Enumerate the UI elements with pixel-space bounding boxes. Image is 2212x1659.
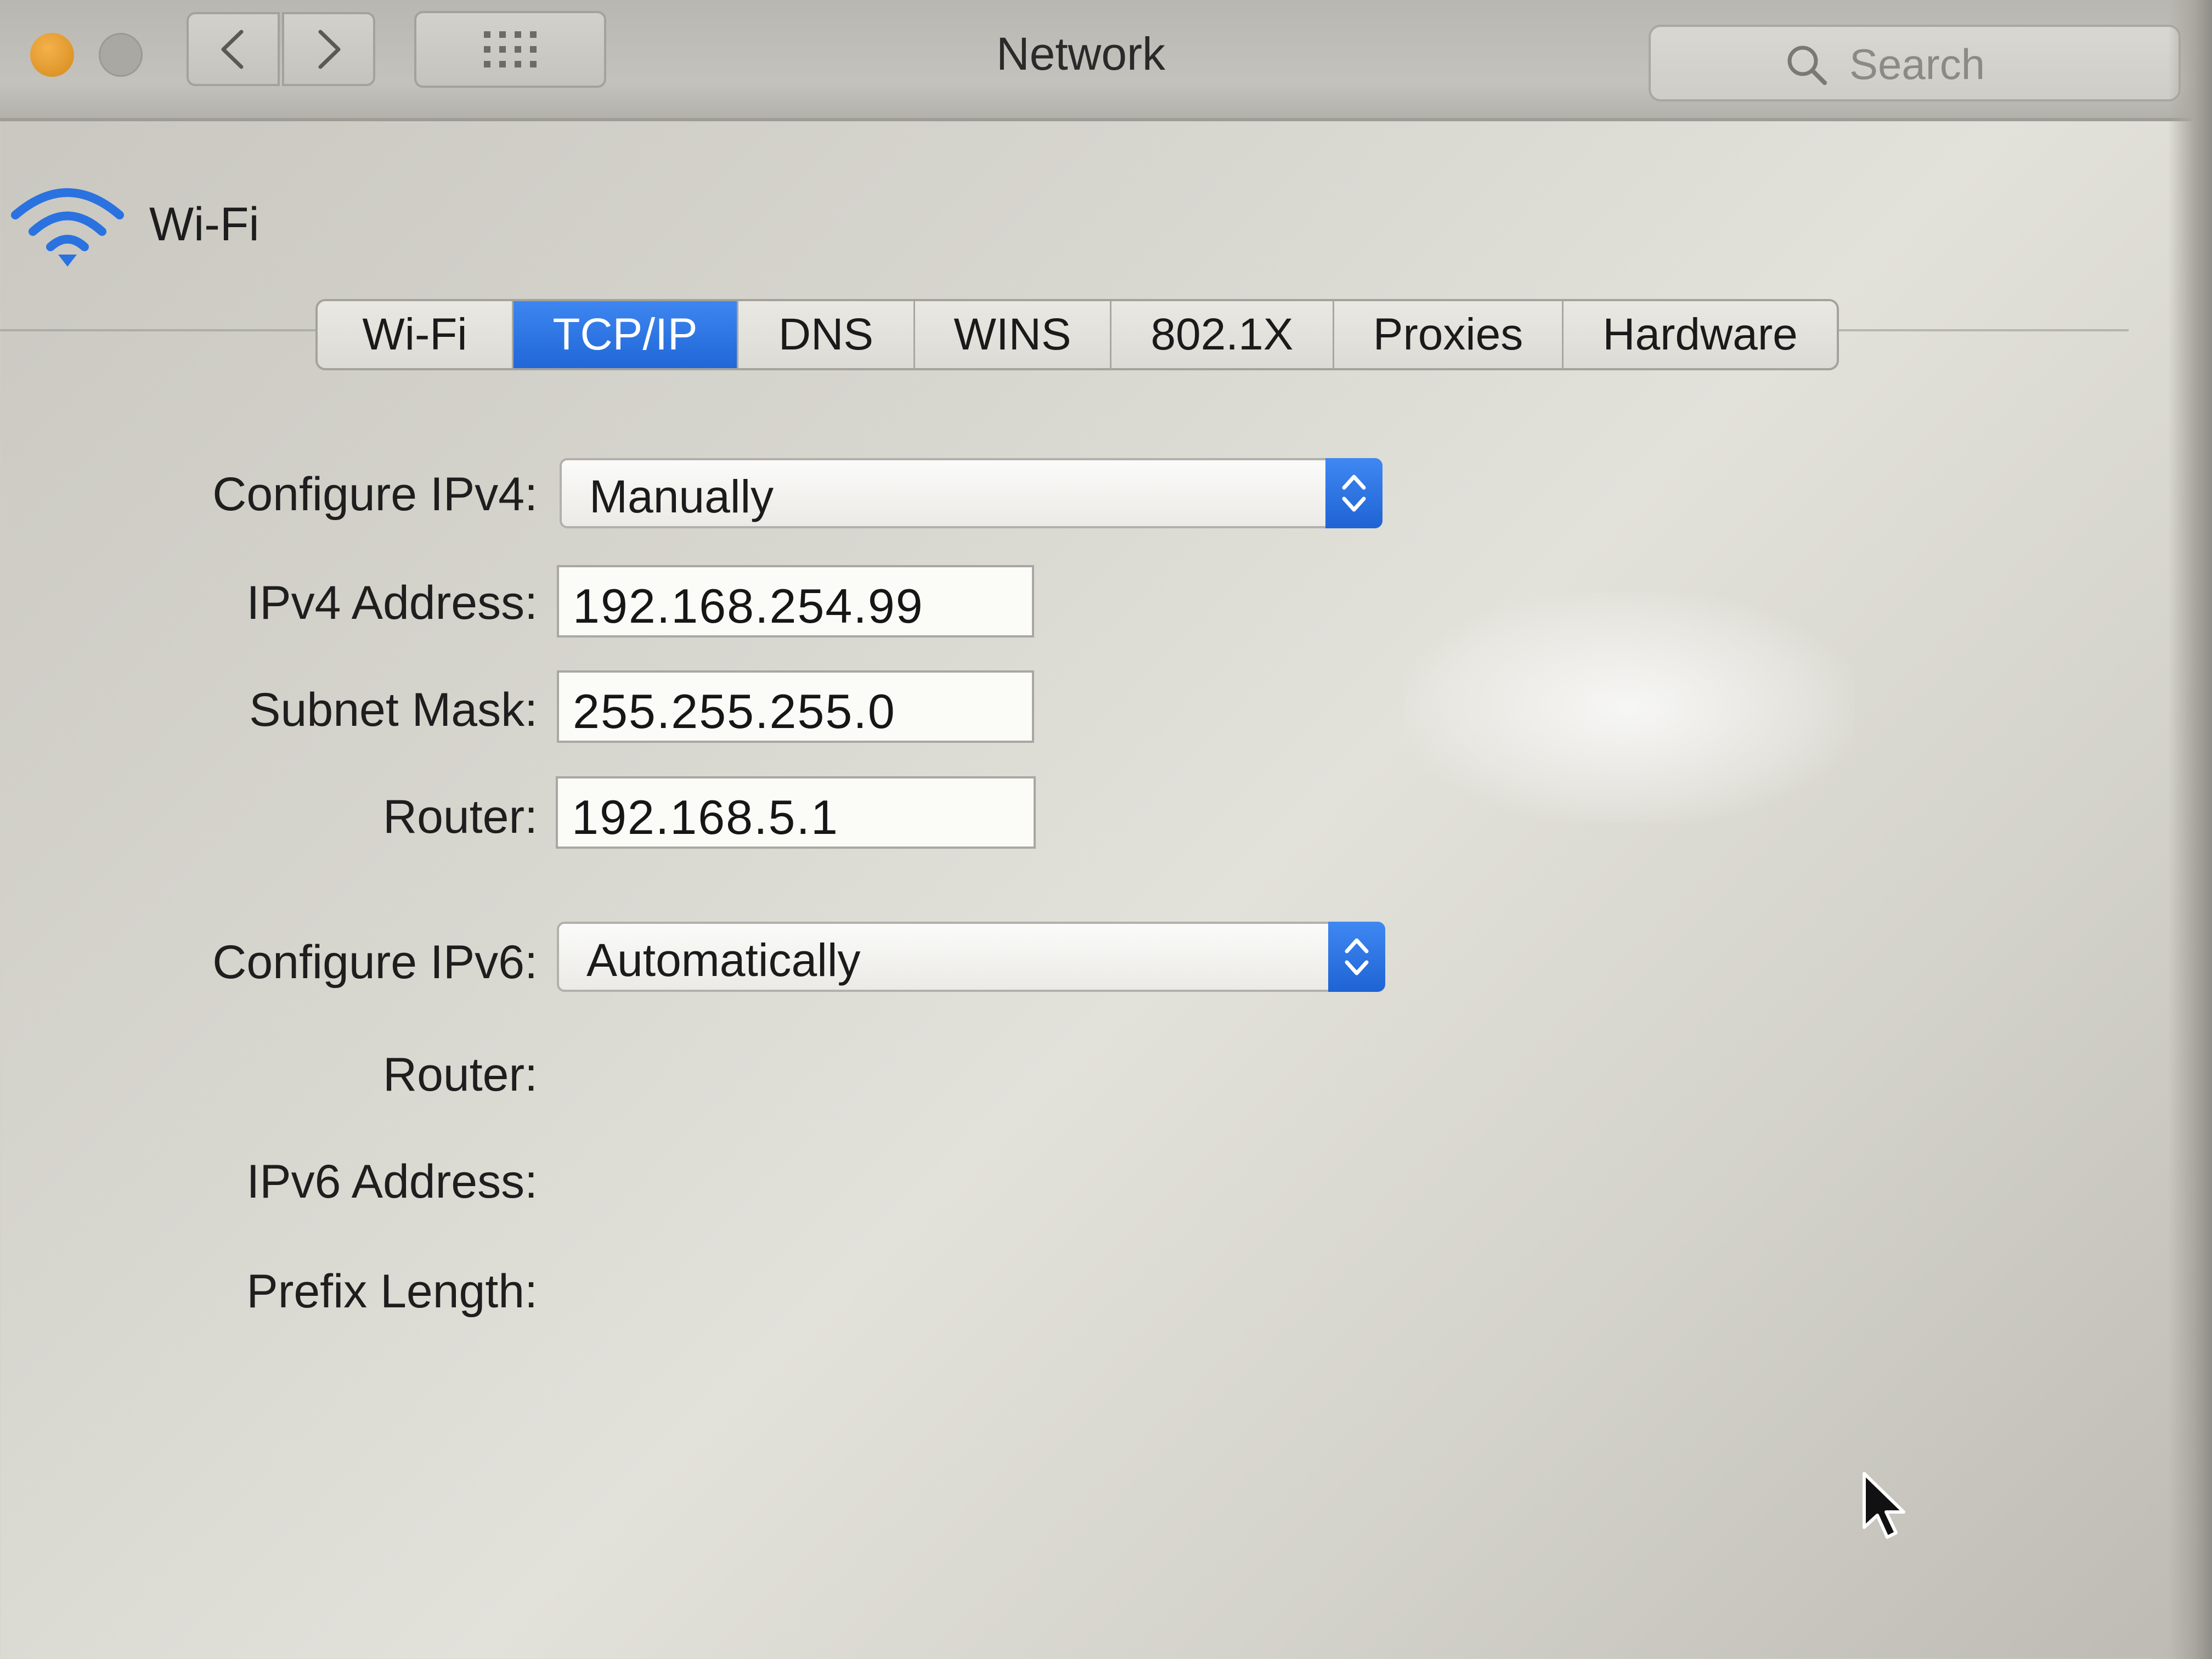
- ipv6-address-label: IPv6 Address:: [246, 1155, 538, 1208]
- title-bar: Network: [0, 0, 2212, 121]
- ipv4-address-field[interactable]: 192.168.254.99: [557, 565, 1034, 637]
- tab-wifi[interactable]: Wi-Fi: [318, 301, 514, 368]
- screen-edge: [2168, 0, 2212, 1659]
- chevron-up-down-icon: [1342, 475, 1366, 512]
- search-icon: [1787, 46, 1827, 85]
- grid-icon: [484, 31, 537, 67]
- show-all-button[interactable]: [414, 11, 606, 88]
- configure-ipv4-label: Configure IPv4:: [212, 468, 538, 521]
- tab-bar: Wi-Fi TCP/IP DNS WINS 802.1X Proxies Har…: [315, 299, 1839, 370]
- search-input[interactable]: [1848, 39, 2158, 89]
- ipv4-address-label: IPv4 Address:: [246, 577, 538, 629]
- tab-dns[interactable]: DNS: [738, 301, 915, 368]
- tab-tcpip[interactable]: TCP/IP: [514, 301, 738, 368]
- chevron-left-icon: [221, 30, 244, 69]
- tab-8021x[interactable]: 802.1X: [1111, 301, 1334, 368]
- subnet-mask-value: 255.255.255.0: [573, 684, 896, 738]
- popup-stepper: [1328, 922, 1385, 992]
- subnet-mask-label: Subnet Mask:: [249, 684, 538, 736]
- minimize-button[interactable]: [30, 33, 74, 77]
- chevron-up-down-icon: [1345, 938, 1369, 975]
- configure-ipv6-label: Configure IPv6:: [212, 936, 538, 989]
- configure-ipv4-value: Manually: [589, 471, 774, 522]
- tab-proxies[interactable]: Proxies: [1334, 301, 1564, 368]
- ipv4-router-field[interactable]: 192.168.5.1: [556, 776, 1036, 849]
- tab-hardware[interactable]: Hardware: [1564, 301, 1837, 368]
- subnet-mask-field[interactable]: 255.255.255.0: [557, 670, 1034, 743]
- chevron-right-icon: [318, 30, 341, 69]
- configure-ipv4-popup[interactable]: Manually: [560, 458, 1383, 528]
- ipv4-router-label: Router:: [382, 791, 538, 843]
- ipv6-router-label: Router:: [382, 1048, 538, 1101]
- interface-name: Wi-Fi: [149, 198, 259, 251]
- zoom-button[interactable]: [99, 33, 143, 77]
- window-title: Network: [996, 28, 1166, 80]
- configure-ipv6-popup[interactable]: Automatically: [557, 922, 1385, 992]
- back-button[interactable]: [187, 12, 280, 86]
- configure-ipv6-value: Automatically: [586, 934, 861, 986]
- search-field[interactable]: [1649, 25, 2181, 101]
- tab-wins[interactable]: WINS: [915, 301, 1111, 368]
- ipv4-router-value: 192.168.5.1: [572, 790, 839, 844]
- popup-stepper: [1325, 458, 1383, 528]
- wifi-icon: [11, 188, 124, 267]
- mouse-pointer-icon: [1863, 1472, 1905, 1539]
- forward-button[interactable]: [282, 12, 375, 86]
- ipv4-address-value: 192.168.254.99: [573, 579, 924, 633]
- settings-panel: [0, 329, 2129, 1659]
- prefix-length-label: Prefix Length:: [246, 1265, 538, 1318]
